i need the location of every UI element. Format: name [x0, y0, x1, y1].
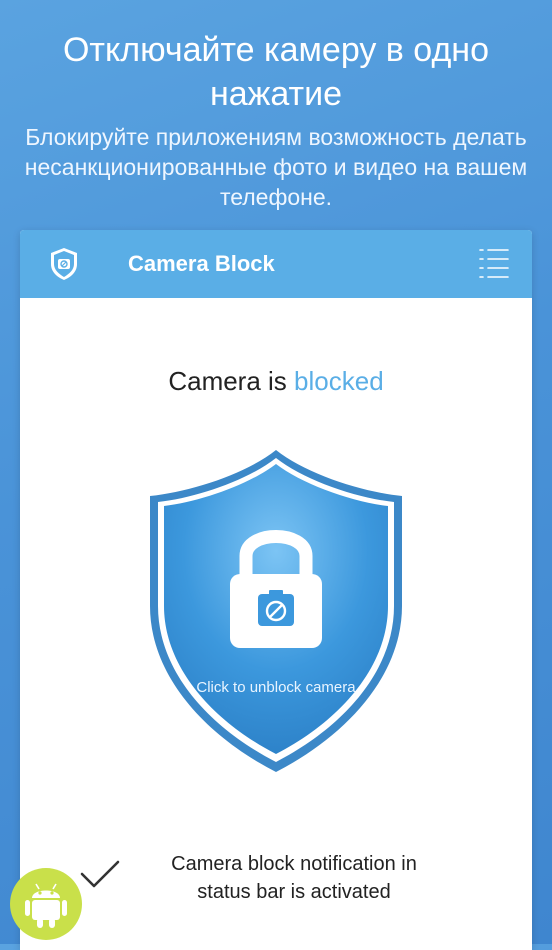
- camera-status: Camera is blocked: [20, 366, 532, 397]
- unblock-label: Click to unblock camera: [196, 679, 356, 696]
- camera-blocked-icon: [258, 590, 294, 626]
- camera-shield-logo-icon: [48, 246, 80, 282]
- menu-list-icon[interactable]: [476, 244, 512, 284]
- checkmark-icon[interactable]: [78, 858, 122, 892]
- promo-subtitle: Блокируйте приложениям возможность делат…: [24, 124, 528, 210]
- app-bar: Camera Block: [20, 230, 532, 298]
- app-title: Camera Block: [128, 251, 275, 276]
- android-icon: [10, 868, 82, 940]
- promo-title: Отключайте камеру в одно нажатие: [62, 31, 489, 113]
- toggle-camera-shield-button[interactable]: Click to unblock camera: [146, 446, 406, 776]
- camera-status-value: blocked: [294, 366, 384, 396]
- app-screen: Camera Block Camera is blocked Click to …: [20, 230, 532, 950]
- notification-status-text: Camera block notification in status bar …: [171, 853, 417, 903]
- camera-status-prefix: Camera is: [168, 366, 295, 396]
